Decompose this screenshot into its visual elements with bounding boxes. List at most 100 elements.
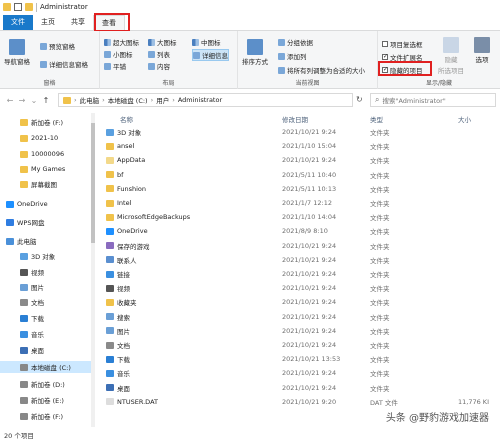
preview-pane-button[interactable]: 预览窗格 (40, 41, 75, 51)
layout-large[interactable]: 大图标 (148, 37, 177, 47)
layout-small[interactable]: 小图标 (104, 49, 133, 59)
column-header-type[interactable]: 类型 (370, 114, 383, 124)
sort-by-button[interactable]: 排序方式 (242, 39, 268, 66)
breadcrumb-local-disk[interactable]: 本地磁盘 (C:) (108, 95, 148, 105)
file-extensions-checkbox[interactable] (382, 54, 388, 60)
layout-medium[interactable]: 中图标 (192, 37, 221, 47)
nav-item[interactable]: 文档 (0, 296, 91, 308)
nav-item[interactable]: 音乐 (0, 328, 91, 340)
breadcrumb-administrator[interactable]: Administrator (178, 96, 222, 104)
layout-extra-large[interactable]: 超大图标 (104, 37, 139, 47)
layout-group: 超大图标 大图标 中图标 小图标 列表 详细信息 平铺 内容 布局 (100, 31, 238, 89)
file-name: 音乐 (117, 370, 130, 379)
back-icon[interactable]: ← (4, 96, 16, 105)
nav-pane-button[interactable]: 导航窗格 (4, 39, 30, 66)
address-input[interactable]: › 此电脑 › 本地磁盘 (C:) › 用户 › Administrator (58, 93, 353, 107)
nav-item[interactable]: 屏幕截图 (0, 178, 91, 190)
file-date: 2021/10/21 9:24 (282, 298, 337, 307)
table-row[interactable]: 收藏夹 2021/10/21 9:24 文件夹 (100, 296, 500, 308)
table-row[interactable]: 联系人 2021/10/21 9:24 文件夹 (100, 254, 500, 266)
table-row[interactable]: NTUSER.DAT 2021/10/21 9:20 DAT 文件 11,776 KI (100, 396, 500, 408)
table-row[interactable]: 搜索 2021/10/21 9:24 文件夹 (100, 311, 500, 323)
nav-item-label: 2021-10 (31, 134, 59, 142)
chevron-right-icon: › (102, 96, 105, 104)
nav-item[interactable]: 下载 (0, 312, 91, 324)
nav-item[interactable]: WPS网盘 (0, 216, 91, 228)
column-header-name[interactable]: 名称 (120, 114, 133, 124)
file-name: AppData (117, 156, 146, 165)
table-row[interactable]: ansel 2021/1/10 15:04 文件夹 (100, 140, 500, 152)
breadcrumb-this-pc[interactable]: 此电脑 (80, 95, 100, 105)
nav-item-icon (20, 252, 28, 260)
tab-file[interactable]: 文件 (3, 15, 33, 30)
table-row[interactable]: 下载 2021/10/21 13:53 文件夹 (100, 353, 500, 365)
file-type: 文件夹 (370, 228, 390, 237)
item-checkboxes-checkbox[interactable] (382, 41, 388, 47)
options-button[interactable]: 选项 (474, 37, 490, 64)
breadcrumb-users[interactable]: 用户 (156, 95, 169, 105)
layout-list[interactable]: 列表 (148, 49, 170, 59)
file-icon (106, 227, 114, 235)
column-header-date[interactable]: 修改日期 (282, 114, 308, 124)
file-type: 文件夹 (370, 342, 390, 350)
nav-item[interactable]: 3D 对象 (0, 250, 91, 262)
table-row[interactable]: 文档 2021/10/21 9:24 文件夹 (100, 339, 500, 351)
table-row[interactable]: 音乐 2021/10/21 9:24 文件夹 (100, 367, 500, 379)
add-column-icon (278, 52, 285, 60)
nav-item-label: 新加卷 (E:) (31, 397, 64, 405)
table-row[interactable]: MicrosoftEdgeBackups 2021/1/10 14:04 文件夹 (100, 211, 500, 223)
properties-icon[interactable] (14, 3, 22, 11)
nav-item[interactable]: 图片 (0, 281, 91, 293)
refresh-icon[interactable]: ↻ (356, 95, 363, 104)
recent-locations-icon[interactable]: ⌄ (28, 96, 40, 105)
title-bar: Administrator (0, 0, 500, 14)
table-row[interactable]: 保存的游戏 2021/10/21 9:24 文件夹 (100, 240, 500, 252)
nav-item[interactable]: 视频 (0, 266, 91, 278)
item-checkboxes-toggle[interactable]: 项目复选框 (382, 39, 423, 49)
layout-content[interactable]: 内容 (148, 61, 170, 71)
nav-item[interactable]: 桌面 (0, 344, 91, 356)
file-date: 2021/10/21 9:24 (282, 128, 337, 136)
table-row[interactable]: 图片 2021/10/21 9:24 文件夹 (100, 325, 500, 337)
table-row[interactable]: 桌面 2021/10/21 9:24 文件夹 (100, 382, 500, 394)
table-row[interactable]: bf 2021/5/11 10:40 文件夹 (100, 169, 500, 181)
table-row[interactable]: Intel 2021/1/7 12:12 文件夹 (100, 197, 500, 209)
nav-item[interactable]: 2021-10 (0, 132, 91, 144)
nav-item[interactable]: 新加卷 (E:) (0, 394, 91, 406)
tab-share[interactable]: 共享 (63, 15, 93, 30)
file-icon (106, 270, 114, 278)
group-by-button[interactable]: 分组依据 (278, 37, 313, 47)
table-row[interactable]: 3D 对象 2021/10/21 9:24 文件夹 (100, 126, 500, 138)
nav-item[interactable]: OneDrive (0, 198, 91, 210)
add-column-button[interactable]: 添加列 (278, 51, 307, 61)
nav-item[interactable]: 新加卷 (F:) (0, 116, 91, 128)
layout-details[interactable]: 详细信息 (192, 49, 229, 61)
preview-pane-icon (40, 42, 47, 50)
column-header-size[interactable]: 大小 (458, 114, 471, 124)
up-icon[interactable]: ↑ (40, 96, 52, 105)
details-pane-button[interactable]: 详细信息窗格 (40, 59, 88, 69)
nav-item[interactable]: My Games (0, 163, 91, 175)
nav-scrollbar[interactable] (91, 113, 95, 427)
nav-item[interactable]: 本地磁盘 (C:) (0, 361, 91, 373)
file-type: 文件夹 (370, 356, 390, 365)
nav-item[interactable]: 此电脑 (0, 235, 91, 247)
table-row[interactable]: 链接 2021/10/21 9:24 文件夹 (100, 268, 500, 280)
hide-selected-button[interactable]: 隐藏 所选项目 (438, 37, 464, 75)
nav-item[interactable]: 10000096 (0, 148, 91, 160)
tab-home[interactable]: 主页 (33, 15, 63, 30)
nav-item[interactable]: 新加卷 (F:) (0, 410, 91, 422)
file-icon (106, 256, 114, 264)
table-row[interactable]: OneDrive 2021/8/9 8:10 文件夹 (100, 225, 500, 237)
table-row[interactable]: Funshion 2021/5/11 10:13 文件夹 (100, 183, 500, 195)
file-icon (106, 171, 114, 179)
forward-icon[interactable]: → (16, 96, 28, 105)
pane-group-label: 窗格 (43, 80, 56, 87)
layout-tiles[interactable]: 平铺 (104, 61, 126, 71)
table-row[interactable]: AppData 2021/10/21 9:24 文件夹 (100, 154, 500, 166)
nav-item[interactable]: 新加卷 (D:) (0, 378, 91, 390)
fit-columns-button[interactable]: 将所有列调整为合适的大小 (278, 65, 365, 75)
table-row[interactable]: 视频 2021/10/21 9:24 文件夹 (100, 282, 500, 294)
new-folder-icon[interactable] (25, 3, 33, 11)
search-input[interactable]: ⌕ 搜索"Administrator" (370, 93, 496, 107)
